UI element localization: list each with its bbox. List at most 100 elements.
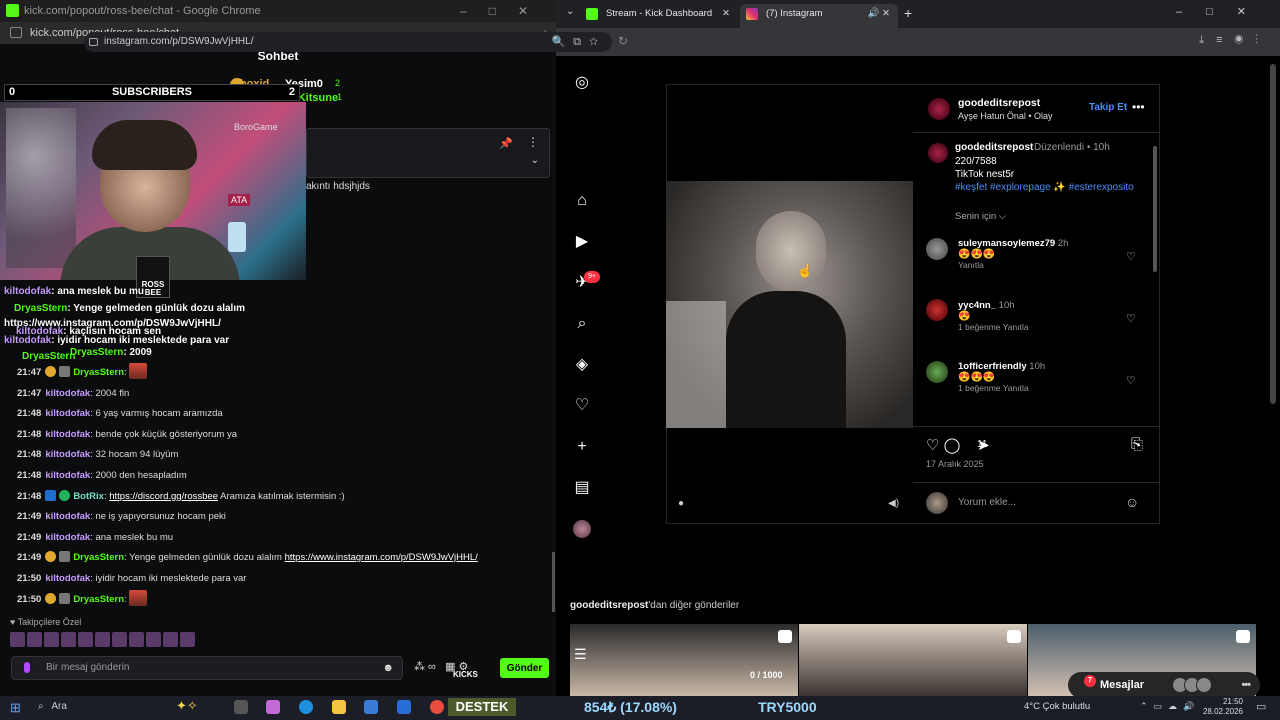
chat-message[interactable]: 21:48 BotRix: https://discord.gg/rossbee …	[17, 487, 345, 507]
msg-user[interactable]: DryasStern	[73, 594, 124, 605]
chevron-down-icon[interactable]: ⌄	[531, 155, 539, 166]
pinned-message[interactable]: 📌 ⋮ ⌄	[306, 128, 550, 178]
comment-user[interactable]: suleymansoylemez79	[958, 238, 1055, 249]
comment-actions[interactable]: 1 beğenme Yanıtla	[958, 322, 1029, 332]
msg-user[interactable]: kiltodofak	[45, 429, 90, 440]
post-thumbnail[interactable]	[799, 624, 1027, 696]
system-tray-icons[interactable]: ⌃▭☁🔊	[1140, 701, 1200, 712]
msg-user[interactable]: kiltodofak	[45, 388, 90, 399]
commenter-avatar[interactable]	[926, 361, 948, 383]
chat-message[interactable]: 21:50 DryasStern:	[17, 590, 148, 610]
post-subtitle[interactable]: Ayşe Hatun Önal • Olay	[958, 111, 1053, 121]
caption-hashtags[interactable]: #keşfet #explorepage ✨ #esterexposito	[955, 182, 1134, 193]
msg-user[interactable]: kiltodofak	[45, 408, 90, 419]
more-posts-user[interactable]: goodeditsrepost	[570, 600, 648, 611]
site-info-icon[interactable]	[10, 27, 22, 38]
emote-icon[interactable]	[27, 632, 42, 647]
close-tab-icon[interactable]: 🔊 ✕	[868, 4, 890, 24]
emote-icon[interactable]	[129, 632, 144, 647]
comment-input[interactable]: Yorum ekle...	[958, 497, 1016, 508]
explore-icon[interactable]: ◈	[573, 356, 591, 374]
emoji-icon[interactable]: ☺	[1125, 494, 1139, 510]
left-window-controls[interactable]: –□✕	[460, 0, 550, 22]
emote-icon[interactable]	[112, 632, 127, 647]
author-avatar[interactable]	[928, 98, 950, 120]
page-scrollbar[interactable]	[1270, 64, 1276, 404]
bookmark-icon[interactable]: ⎘	[1131, 436, 1143, 453]
tab-instagram[interactable]: (7) Instagram 🔊 ✕	[740, 4, 898, 28]
chat-input[interactable]: Bir mesaj gönderin ☻	[11, 656, 403, 680]
msg-user[interactable]: DryasStern	[73, 367, 124, 378]
emote-icon[interactable]	[180, 632, 195, 647]
caption-avatar[interactable]	[928, 143, 948, 163]
emote-icon[interactable]	[163, 632, 178, 647]
chat-scrollbar[interactable]	[552, 552, 555, 612]
file-explorer-icon[interactable]	[332, 700, 346, 714]
emote-icon[interactable]	[146, 632, 161, 647]
address-bar[interactable]: instagram.com/p/DSW9JwVjHHL/ 🔍⧉☆	[84, 32, 612, 52]
chat-message[interactable]: 21:47 DryasStern:	[17, 363, 148, 383]
dashboard-icon[interactable]: ▤	[573, 479, 591, 497]
mic-icon[interactable]	[24, 662, 30, 673]
post-video[interactable]	[666, 181, 913, 428]
chat-message[interactable]: 21:49 kiltodofak: ne iş yapıyorsunuz hoca…	[17, 507, 226, 527]
instagram-logo-icon[interactable]: ◎	[573, 74, 591, 92]
chat-message[interactable]: 21:48 kiltodofak: 32 hocam 94 lüyüm	[17, 445, 178, 465]
like-icon[interactable]: ♡	[926, 437, 939, 454]
msg-user[interactable]: BotRix	[73, 491, 104, 502]
reels-icon[interactable]: ▶	[573, 233, 591, 251]
comment-user[interactable]: yyc4nn_	[958, 300, 996, 311]
chat-message[interactable]: 21:48 kiltodofak: 6 yaş varmış hocam aram…	[17, 404, 223, 424]
chrome-icon[interactable]	[430, 700, 444, 714]
address-actions-icons[interactable]: 🔍⧉☆	[551, 32, 606, 52]
more-icon[interactable]: •••	[1241, 672, 1251, 698]
windows-start-icon[interactable]: ⊞	[10, 700, 21, 716]
more-options-icon[interactable]: ⋮	[527, 135, 539, 149]
emoji-icon[interactable]: ☻	[382, 657, 394, 679]
create-icon[interactable]: +	[573, 438, 591, 456]
msg-user[interactable]: kiltodofak	[45, 470, 90, 481]
edge-icon[interactable]	[299, 700, 313, 714]
chat-message[interactable]: 21:48 kiltodofak: 2000 den hesapladım	[17, 466, 187, 486]
emote-icon[interactable]	[78, 632, 93, 647]
comment-user[interactable]: 1officerfriendly	[958, 361, 1027, 372]
tab-kick-dashboard[interactable]: Stream - Kick Dashboard ✕	[580, 4, 738, 28]
messages-dock[interactable]: 7 Mesajlar •••	[1068, 672, 1260, 698]
notification-center-icon[interactable]: ▭	[1256, 700, 1266, 713]
chat-message[interactable]: 21:50 kiltodofak: iyidir hocam iki meslek…	[17, 569, 246, 589]
close-tab-icon[interactable]: ✕	[722, 4, 730, 24]
notifications-heart-icon[interactable]: ♡	[573, 397, 591, 415]
emote-icon[interactable]	[10, 632, 25, 647]
follow-button[interactable]: Takip Et	[1089, 102, 1127, 113]
commenter-avatar[interactable]	[926, 299, 948, 321]
volume-icon[interactable]: ◀)	[888, 498, 899, 509]
window-controls[interactable]: –□✕	[1176, 5, 1270, 18]
caption-author[interactable]: goodeditsrepost	[955, 142, 1033, 153]
profile-avatar[interactable]	[573, 520, 591, 538]
like-comment-icon[interactable]: ♡	[1126, 374, 1136, 387]
send-button[interactable]: Gönder	[500, 658, 549, 678]
search-icon[interactable]: ⌕	[573, 315, 591, 333]
chat-message[interactable]: 21:49 DryasStern: Yenge gelmeden günlük d…	[17, 548, 478, 568]
site-info-icon[interactable]	[89, 38, 98, 46]
chat-message[interactable]: 21:49 kiltodofak: ana meslek bu mu	[17, 528, 173, 548]
comment-actions[interactable]: 1 beğenme Yanıtla	[958, 383, 1029, 393]
emote-bar[interactable]	[10, 632, 197, 648]
commenter-avatar[interactable]	[926, 238, 948, 260]
more-options-icon[interactable]: •••	[1132, 100, 1145, 114]
instagram-link[interactable]: https://www.instagram.com/p/DSW9JwVjHHL/	[285, 552, 478, 563]
msg-user[interactable]: kiltodofak	[45, 449, 90, 460]
menu-icon[interactable]: ☰	[574, 646, 587, 663]
taskbar-search[interactable]: ⌕ Ara	[38, 701, 67, 712]
app-icon[interactable]	[397, 700, 411, 714]
msg-user[interactable]: kiltodofak	[45, 573, 90, 584]
post-author[interactable]: goodeditsrepost	[958, 97, 1040, 109]
weather-widget[interactable]: 4°C Çok bulutlu	[1024, 701, 1090, 712]
tab-list-icon[interactable]: ⌄	[566, 6, 574, 17]
clock[interactable]: 21:50 28.02.2026	[1201, 697, 1243, 717]
discord-link[interactable]: https://discord.gg/rossbee	[109, 491, 218, 502]
emote-icon[interactable]	[61, 632, 76, 647]
pin-icon[interactable]: 📌	[499, 137, 513, 150]
comments-scrollbar[interactable]	[1153, 146, 1157, 272]
comment-icon[interactable]: ◯	[944, 437, 961, 454]
